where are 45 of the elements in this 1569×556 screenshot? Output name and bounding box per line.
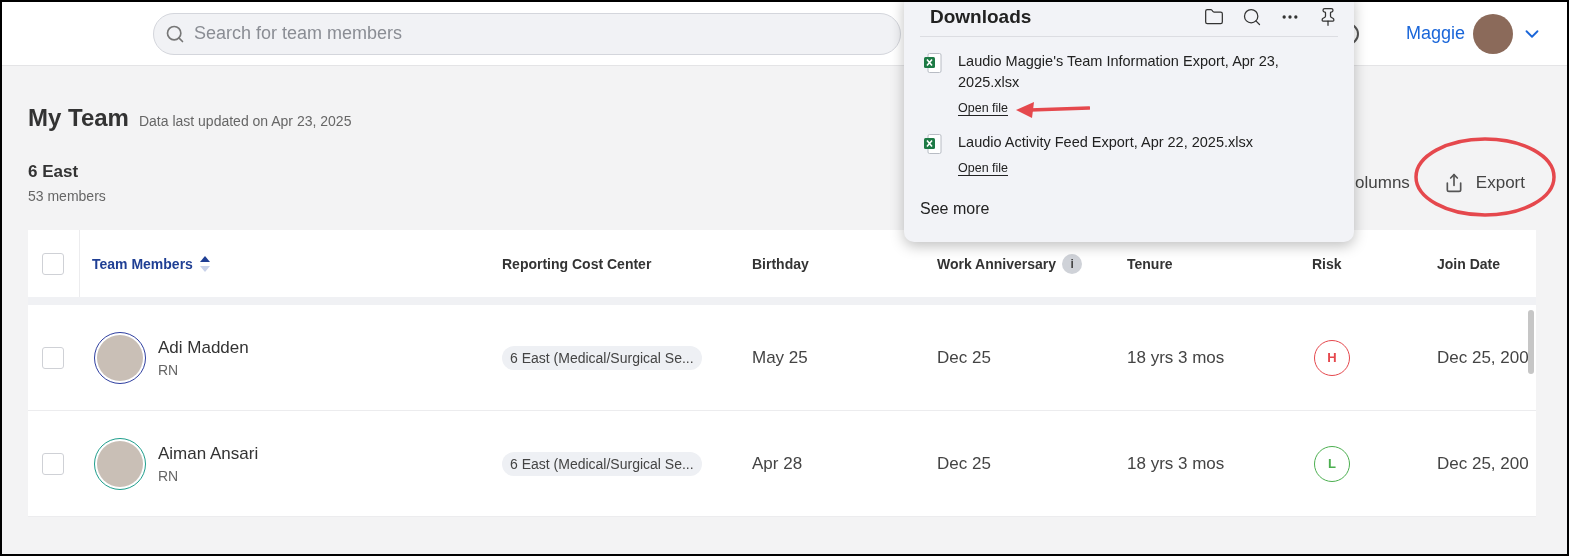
columns-button[interactable]: olumns (1355, 173, 1410, 193)
table-cell-text: Dec 25, 200 (1436, 453, 1530, 474)
search-field[interactable]: Search for team members (153, 12, 901, 55)
spreadsheet-file-icon (924, 134, 942, 154)
table-cell-text: Dec 25, 200 (1436, 347, 1530, 368)
column-header[interactable]: Reporting Cost Center (490, 230, 740, 297)
column-header[interactable]: Risk (1300, 230, 1425, 297)
export-button[interactable]: Export (1443, 173, 1525, 193)
table-cell-text: Dec 25 (936, 347, 992, 368)
user-menu[interactable]: Maggie (1405, 13, 1543, 54)
table-cell-text: 18 yrs 3 mos (1126, 453, 1226, 474)
team-name: 6 East (28, 162, 80, 182)
row-checkbox[interactable] (42, 452, 64, 475)
column-header[interactable]: Team Members (80, 230, 490, 297)
file-name: Laudio Activity Feed Export, Apr 22, 2025.xlsx (958, 133, 1254, 152)
table-cell-text: 18 yrs 3 mos (1126, 347, 1226, 368)
cost-center-tag: 6 East (Medical/Surgical Se... (502, 345, 702, 370)
member-name[interactable]: Adi Madden (158, 337, 249, 358)
member-role: RN (158, 361, 180, 378)
folder-icon[interactable] (1204, 7, 1224, 27)
cost-center-tag: 6 East (Medical/Surgical Se... (502, 451, 702, 476)
member-name[interactable]: Aiman Ansari (158, 443, 259, 464)
file-name: Laudio Maggie's Team Information Export, Apr 23, 2025.xlsx (958, 52, 1280, 92)
member-role: RN (158, 467, 180, 484)
search-icon[interactable] (1242, 7, 1262, 27)
user-avatar (1473, 13, 1513, 54)
updated-text: Data last updated on Apr 23, 2025 (138, 113, 352, 129)
column-header[interactable]: Birthday (740, 230, 925, 297)
scrollbar[interactable] (1528, 310, 1534, 374)
select-all-checkbox[interactable] (42, 252, 64, 275)
table-cell-text: Apr 28 (751, 453, 804, 474)
open-file-link[interactable]: Open file (958, 101, 1009, 116)
panel-title: Downloads (930, 6, 1033, 28)
page-title: My Team (28, 104, 129, 132)
column-header[interactable]: Join Date (1425, 230, 1536, 297)
member-count: 53 members (28, 188, 106, 204)
search-icon (165, 23, 185, 44)
table-cell-text: May 25 (751, 347, 809, 368)
table-cell-text: Dec 25 (936, 453, 992, 474)
column-header[interactable]: Work Anniversary i (925, 230, 1115, 297)
info-icon[interactable]: i (1062, 253, 1083, 274)
row-checkbox[interactable] (42, 346, 64, 369)
see-more-link[interactable]: See more (920, 200, 990, 218)
spreadsheet-file-icon (924, 53, 942, 73)
open-file-link[interactable]: Open file (958, 161, 1009, 176)
